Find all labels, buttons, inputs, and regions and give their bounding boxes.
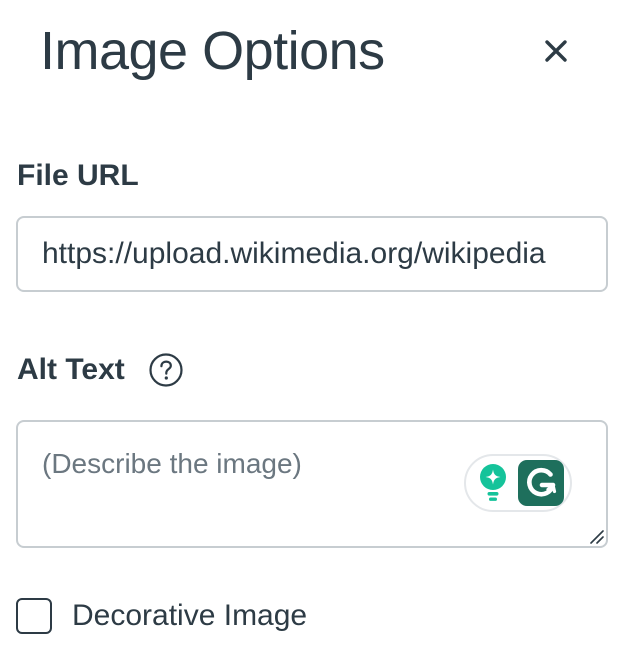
- grammarly-widget[interactable]: [464, 454, 572, 512]
- file-url-label: File URL: [17, 159, 139, 192]
- decorative-image-checkbox[interactable]: [16, 598, 52, 634]
- alt-text-label: Alt Text: [17, 353, 125, 386]
- close-button[interactable]: [533, 28, 579, 74]
- close-icon: [545, 40, 567, 62]
- question-circle-icon: [149, 353, 183, 387]
- grammarly-logo-icon[interactable]: [518, 460, 564, 506]
- panel-title: Image Options: [40, 21, 385, 81]
- decorative-image-row[interactable]: Decorative Image: [16, 596, 307, 636]
- resize-handle-icon[interactable]: [588, 528, 604, 544]
- alt-text-help-button[interactable]: [148, 352, 184, 388]
- lightbulb-sparkle-icon[interactable]: [478, 463, 508, 503]
- file-url-input[interactable]: [16, 216, 608, 292]
- decorative-image-label[interactable]: Decorative Image: [72, 596, 307, 636]
